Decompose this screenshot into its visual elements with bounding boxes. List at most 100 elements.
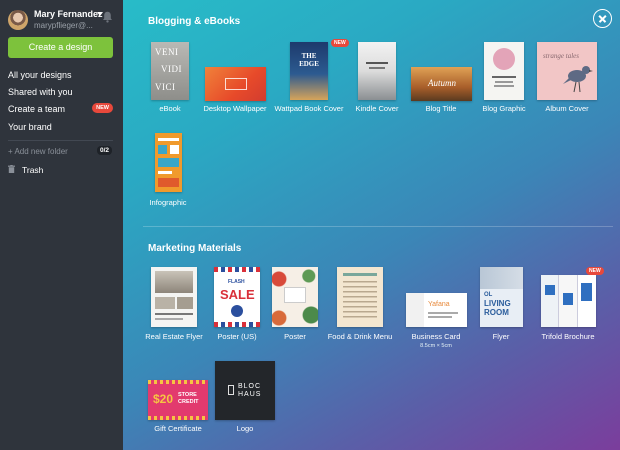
- flyer-line: [155, 313, 193, 315]
- template-gift-certificate[interactable]: $20 STORE CREDIT: [148, 380, 208, 420]
- wallpaper-frame: [225, 78, 247, 90]
- section-divider: [143, 226, 613, 227]
- template-food-drink-menu[interactable]: [337, 267, 383, 327]
- infographic-block: [158, 145, 167, 154]
- avatar[interactable]: [8, 10, 28, 30]
- template-label[interactable]: Album Cover: [545, 104, 588, 113]
- gift-text: CREDIT: [178, 399, 199, 405]
- nav-create-team[interactable]: Create a team: [8, 104, 65, 114]
- template-label[interactable]: eBook: [159, 104, 180, 113]
- bell-icon[interactable]: [102, 11, 113, 23]
- template-album-cover[interactable]: strange tales: [537, 42, 597, 100]
- template-kindle-cover[interactable]: [358, 42, 396, 100]
- poster-stripe: [214, 267, 260, 272]
- gift-text: STORE: [178, 392, 197, 398]
- trash-icon[interactable]: [8, 165, 15, 173]
- infographic-block: [170, 145, 179, 154]
- kindle-title-line: [366, 62, 388, 64]
- album-cover-title: strange tales: [543, 52, 579, 60]
- flyer-line: [155, 318, 183, 320]
- business-card-name: Yafana: [428, 301, 450, 308]
- template-size-label: 8.5cm × 5cm: [420, 343, 452, 349]
- template-business-card[interactable]: Yafana: [406, 293, 467, 327]
- blog-title-text: Autumn: [428, 78, 456, 88]
- menu-title-line: [343, 273, 377, 276]
- template-label[interactable]: Poster (US): [217, 332, 256, 341]
- template-label[interactable]: Gift Certificate: [154, 424, 202, 433]
- sidebar-divider: [8, 140, 113, 141]
- menu-items: [343, 281, 377, 321]
- template-label[interactable]: Food & Drink Menu: [328, 332, 393, 341]
- gift-border: [148, 380, 208, 384]
- flyer-photo: [480, 267, 523, 289]
- poster-stripe: [214, 322, 260, 327]
- folder-count-badge: 0/2: [97, 146, 113, 155]
- logo-text: HAUS: [238, 391, 262, 398]
- card-line: [428, 316, 452, 318]
- poster-sale-text: SALE: [220, 287, 255, 302]
- flyer-photo: [155, 271, 193, 293]
- template-label[interactable]: Kindle Cover: [356, 104, 399, 113]
- user-email: marypflieger@...: [34, 21, 93, 30]
- close-icon[interactable]: [593, 9, 612, 28]
- flyer-photo: [155, 297, 175, 309]
- ebook-line-3: VICI: [155, 82, 176, 92]
- template-label[interactable]: Business Card: [412, 332, 461, 341]
- template-label[interactable]: Blog Title: [426, 104, 457, 113]
- template-logo[interactable]: BLOC HAUS: [215, 361, 275, 420]
- template-poster-us[interactable]: FLASH SALE: [214, 267, 260, 327]
- brochure-shape: [545, 285, 555, 295]
- flyer-text: OL: [484, 292, 493, 298]
- template-label[interactable]: Desktop Wallpaper: [203, 104, 266, 113]
- brochure-panel: [541, 275, 559, 327]
- add-folder-button[interactable]: + Add new folder: [8, 147, 68, 156]
- template-wattpad-book-cover[interactable]: THE EDGE: [290, 42, 328, 100]
- template-label[interactable]: Poster: [284, 332, 306, 341]
- template-blog-graphic[interactable]: [484, 42, 524, 100]
- template-label[interactable]: Infographic: [149, 198, 186, 207]
- template-label[interactable]: Wattpad Book Cover: [275, 104, 344, 113]
- template-label[interactable]: Trifold Brochure: [541, 332, 594, 341]
- infographic-block: [158, 158, 179, 167]
- template-poster[interactable]: [272, 267, 318, 327]
- ebook-line-1: VENI: [155, 47, 179, 57]
- poster-card: [284, 287, 306, 303]
- logo-mark: [228, 385, 234, 395]
- brochure-shape: [563, 293, 573, 305]
- template-flyer[interactable]: OL LIVING ROOM: [480, 267, 523, 327]
- template-trifold-brochure[interactable]: [541, 275, 596, 327]
- template-label[interactable]: Real Estate Flyer: [145, 332, 203, 341]
- poster-flash-text: FLASH: [228, 279, 245, 285]
- user-name[interactable]: Mary Fernandez: [34, 9, 103, 19]
- template-blog-title[interactable]: Autumn: [411, 67, 472, 101]
- nav-shared-with-you[interactable]: Shared with you: [8, 87, 73, 97]
- new-badge: NEW: [331, 39, 349, 47]
- create-design-button[interactable]: Create a design: [8, 37, 113, 58]
- sidebar: Mary Fernandez marypflieger@... Create a…: [0, 0, 123, 450]
- flyer-photo: [177, 297, 193, 309]
- template-label[interactable]: Flyer: [493, 332, 510, 341]
- blog-graphic-circle: [493, 48, 515, 70]
- kindle-subtitle-line: [369, 67, 385, 69]
- gift-amount: $20: [153, 392, 174, 406]
- template-infographic[interactable]: [155, 133, 182, 192]
- template-ebook[interactable]: VENI VIDI VICI: [151, 42, 189, 100]
- wattpad-cover-title: THE EDGE: [299, 52, 319, 68]
- new-badge: NEW: [92, 103, 113, 113]
- poster-dot: [231, 305, 243, 317]
- infographic-block: [158, 178, 179, 187]
- template-real-estate-flyer[interactable]: [151, 267, 197, 327]
- card-line: [428, 312, 458, 314]
- blog-graphic-line: [495, 81, 513, 83]
- logo-text: BLOC: [238, 383, 262, 390]
- gift-border: [148, 416, 208, 420]
- template-label[interactable]: Logo: [237, 424, 254, 433]
- nav-your-brand[interactable]: Your brand: [8, 122, 52, 132]
- template-label[interactable]: Blog Graphic: [482, 104, 525, 113]
- trash-link[interactable]: Trash: [22, 165, 43, 175]
- template-desktop-wallpaper[interactable]: [205, 67, 266, 101]
- brochure-shape: [581, 283, 592, 301]
- blog-graphic-line: [492, 76, 516, 78]
- flyer-text: ROOM: [484, 308, 509, 317]
- nav-all-designs[interactable]: All your designs: [8, 70, 72, 80]
